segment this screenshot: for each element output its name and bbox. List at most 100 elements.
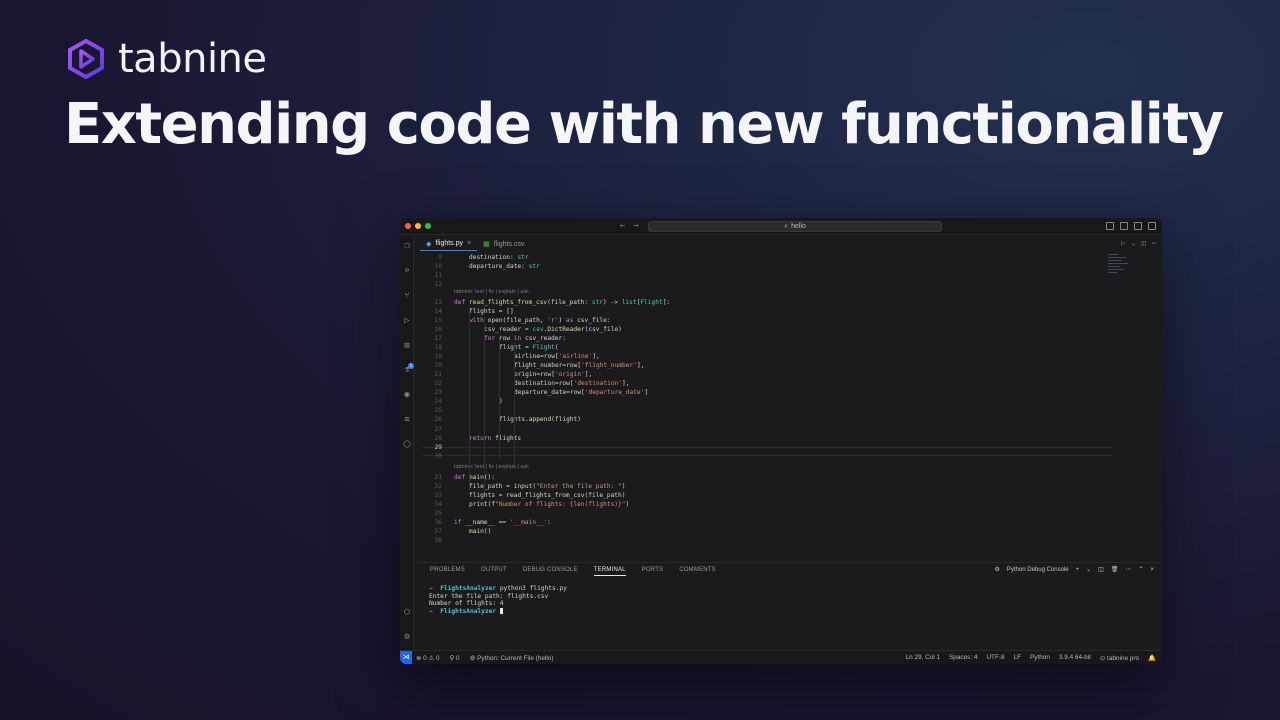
python-icon: ◆ [426, 240, 432, 248]
ports-indicator[interactable]: ⚲ 0 [450, 654, 460, 662]
search-icon: ⌕ [784, 222, 789, 230]
testing-icon[interactable]: ⚗ [402, 365, 412, 375]
split-terminal-icon[interactable]: ◫ [1098, 566, 1104, 573]
code-text: with open(file_path, 'r') as csv_file: [469, 317, 611, 324]
code-text: flights = [] [469, 308, 514, 315]
editor-tabs: ◆ flights.py × ▦ flights.csv [420, 237, 1162, 251]
line-number: 22 [434, 380, 442, 387]
code-text: destination: str [469, 254, 529, 261]
new-terminal-icon[interactable]: + [1076, 567, 1080, 573]
status-left: ⊗ 0 ⚠ 0 ⚲ 0 ⚙ Python: Current File (hell… [416, 654, 553, 662]
toggle-secondary-sidebar-icon[interactable] [1134, 222, 1142, 230]
more-actions-icon[interactable]: ⋯ [1125, 566, 1131, 573]
back-arrow-icon[interactable]: ← [620, 221, 625, 231]
more-actions-icon[interactable]: ⋯ [1152, 239, 1156, 247]
tabnine-codelens[interactable]: tabnine: test | fix | explain | ask [454, 464, 529, 470]
tab-flights-csv[interactable]: ▦ flights.csv [477, 237, 530, 251]
tab-output[interactable]: OUTPUT [481, 567, 507, 576]
minimize-window-button[interactable] [415, 223, 421, 229]
window-title: hello [791, 223, 806, 230]
line-number: 24 [434, 398, 442, 405]
nav-arrows: ← → [620, 221, 639, 231]
line-number: 36 [434, 519, 442, 526]
tab-problems[interactable]: PROBLEMS [430, 567, 465, 576]
code-text: flights.append(flight) [499, 416, 581, 423]
github-icon[interactable]: ◉ [402, 390, 412, 400]
docker-icon[interactable]: ≋ [402, 415, 412, 425]
indentation[interactable]: Spaces: 4 [949, 654, 977, 662]
python-interpreter[interactable]: 3.9.4 64-bit [1059, 654, 1091, 662]
command-center-search[interactable]: ⌕ hello [648, 221, 942, 232]
account-icon[interactable]: ◯ [402, 607, 412, 617]
end-of-line[interactable]: LF [1014, 654, 1021, 662]
close-icon[interactable]: × [1150, 567, 1154, 573]
settings-gear-icon[interactable]: ⚙ [402, 632, 412, 642]
close-icon[interactable]: × [467, 240, 471, 247]
tabnine-codelens[interactable]: tabnine: test | fix | explain | ask [454, 289, 529, 295]
terminal-selector[interactable]: Python Debug Console [1007, 567, 1069, 573]
toggle-sidebar-icon[interactable] [1106, 222, 1114, 230]
prompt-dir: FlightsAnalyzer [440, 585, 497, 592]
line-number: 20 [434, 362, 442, 369]
problems-indicator[interactable]: ⊗ 0 ⚠ 0 [416, 654, 440, 662]
maximize-panel-icon[interactable]: ⌃ [1138, 566, 1143, 573]
csv-icon: ▦ [483, 241, 490, 248]
code-text: for row in csv_reader: [484, 335, 566, 342]
close-window-button[interactable] [405, 223, 411, 229]
line-number: 27 [434, 426, 442, 433]
tab-debug-console[interactable]: DEBUG CONSOLE [523, 567, 578, 576]
line-number: 23 [434, 389, 442, 396]
customize-layout-icon[interactable] [1148, 222, 1156, 230]
run-icon[interactable]: ▷ [1121, 239, 1125, 247]
maximize-window-button[interactable] [425, 223, 431, 229]
title-bar: ← → ⌕ hello [400, 218, 1162, 235]
code-text: print(f"Number of flights: {len(flights)… [469, 501, 630, 508]
prompt-arrow: → [429, 607, 433, 615]
tab-terminal[interactable]: TERMINAL [593, 567, 626, 576]
run-debug-icon[interactable]: ▷ [402, 316, 412, 326]
line-number: 32 [434, 483, 442, 490]
search-icon[interactable]: ⌕ [402, 266, 412, 276]
line-number: 16 [434, 326, 442, 333]
notifications-bell-icon[interactable]: 🔔 [1148, 654, 1156, 662]
tabnine-logo: tabnine [68, 36, 267, 82]
line-number: 33 [434, 492, 442, 499]
line-number: 35 [434, 510, 442, 517]
extensions-icon[interactable]: ⊞ [402, 341, 412, 351]
trash-icon[interactable]: 🗑 [1111, 566, 1119, 573]
split-editor-icon[interactable]: ◫ [1142, 239, 1146, 247]
terminal-output[interactable]: → FlightsAnalyzer python3 flights.py Ent… [429, 585, 567, 615]
remote-indicator-icon[interactable]: ⋊ [400, 651, 412, 664]
explorer-icon[interactable]: ❐ [402, 241, 412, 251]
tabnine-status[interactable]: ⊙ tabnine pro [1100, 654, 1139, 662]
chevron-down-icon[interactable]: ⌄ [1131, 239, 1135, 247]
language-mode[interactable]: Python [1030, 654, 1050, 662]
chevron-down-icon[interactable]: ⌄ [1086, 566, 1091, 573]
toggle-panel-icon[interactable] [1120, 222, 1128, 230]
tabnine-icon[interactable]: ⬡ [402, 440, 412, 450]
tab-flights-py[interactable]: ◆ flights.py × [420, 237, 478, 251]
prompt-arrow: → [429, 585, 433, 592]
line-number: 26 [434, 416, 442, 423]
indent-guide [514, 343, 515, 469]
forward-arrow-icon[interactable]: → [633, 221, 638, 231]
tab-comments[interactable]: COMMENTS [679, 567, 716, 576]
cursor-position[interactable]: Ln 29, Col 1 [906, 654, 940, 662]
terminal-cursor [499, 607, 503, 614]
code-text: file_path = input("Enter the file path: … [469, 483, 626, 490]
tab-ports[interactable]: PORTS [642, 567, 664, 576]
editor-actions: ▷ ⌄ ◫ ⋯ [1121, 239, 1156, 247]
terminal-line: Enter the file path: flights.csv [429, 592, 549, 600]
layout-controls [1106, 222, 1156, 230]
line-number: 21 [434, 371, 442, 378]
source-control-icon[interactable]: ⑂ [402, 291, 412, 301]
line-number: 19 [434, 353, 442, 360]
encoding[interactable]: UTF-8 [986, 654, 1004, 662]
code-editor[interactable]: tabnine: test | fix | explain | ask tabn… [422, 253, 1112, 563]
code-text: flight_number=row['flight_number'], [514, 362, 645, 369]
line-number: 17 [434, 335, 442, 342]
run-config[interactable]: ⚙ Python: Current File (hello) [470, 654, 554, 662]
code-text: def main(): [454, 474, 496, 481]
window-controls [405, 223, 431, 229]
minimap[interactable] [1108, 254, 1132, 284]
